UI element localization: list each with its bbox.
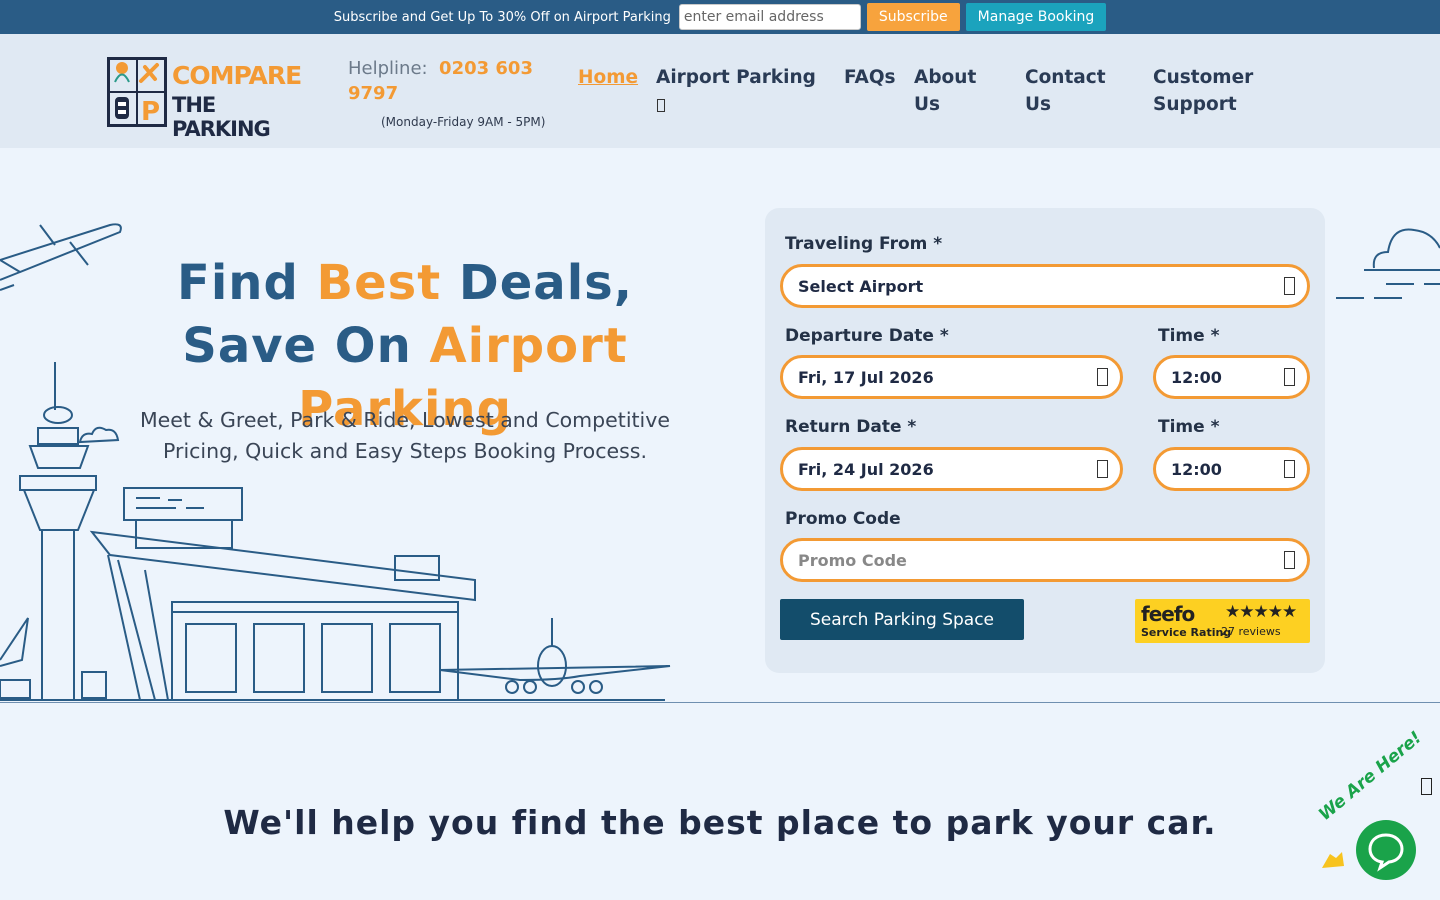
feefo-rating-badge[interactable]: feefo ★★★★★ Service Rating 27 reviews — [1135, 599, 1310, 643]
hero-divider — [0, 702, 1440, 703]
hero-subtitle: Meet & Greet, Park & Ride, Lowest and Co… — [139, 408, 670, 463]
return-time-value: 12:00 — [1171, 459, 1222, 479]
helpline: Helpline: 0203 603 9797 (Monday-Friday 9… — [348, 56, 558, 129]
site-header: P COMPARE THE PARKING Helpline: 0203 603… — [0, 34, 1440, 148]
live-chat-button[interactable] — [1356, 820, 1416, 880]
site-logo[interactable]: P COMPARE THE PARKING — [107, 57, 302, 141]
hero-title-part1: Find — [177, 255, 317, 311]
star-rating-icon: ★★★★★ — [1225, 602, 1297, 622]
departure-time-field[interactable]: 12:00 — [1153, 355, 1310, 399]
return-time-label: Time * — [1158, 417, 1220, 437]
logo-mark-icon: P — [107, 57, 167, 127]
return-time-field[interactable]: 12:00 — [1153, 447, 1310, 491]
clock-icon — [1284, 368, 1295, 386]
clock-icon — [1284, 460, 1295, 478]
promo-code-placeholder: Promo Code — [798, 550, 907, 570]
departure-time-value: 12:00 — [1171, 367, 1222, 387]
return-date-label: Return Date * — [785, 417, 917, 437]
logo-text-the-parking: THE PARKING — [172, 93, 271, 141]
close-icon[interactable] — [1421, 778, 1432, 795]
nav-about[interactable]: About Us — [914, 64, 994, 118]
nav-airport-parking-label: Airport Parking — [656, 67, 816, 88]
promo-code-label: Promo Code — [785, 509, 901, 529]
departure-date-value: Fri, 17 Jul 2026 — [798, 367, 934, 387]
departure-time-label: Time * — [1158, 326, 1220, 346]
tag-icon — [1284, 551, 1295, 569]
promo-code-input[interactable]: Promo Code — [780, 538, 1310, 582]
nav-customer-support[interactable]: Customer Support — [1153, 64, 1263, 118]
chevron-down-icon — [657, 99, 665, 112]
manage-booking-button[interactable]: Manage Booking — [965, 3, 1107, 31]
section-title: We'll help you find the best place to pa… — [223, 803, 1217, 842]
svg-text:P: P — [141, 97, 160, 127]
feefo-logo: feefo — [1141, 602, 1195, 626]
logo-text-compare: COMPARE — [172, 61, 302, 90]
departure-date-label: Departure Date * — [785, 326, 949, 346]
calendar-icon — [1097, 368, 1108, 386]
traveling-from-label: Traveling From * — [785, 234, 943, 254]
subscribe-button[interactable]: Subscribe — [866, 3, 960, 31]
helpline-hours: (Monday-Friday 9AM - 5PM) — [381, 115, 546, 129]
airport-select-value: Select Airport — [798, 276, 924, 296]
nav-contact[interactable]: Contact Us — [1025, 64, 1115, 118]
airport-select[interactable]: Select Airport — [780, 264, 1310, 308]
calendar-icon — [1097, 460, 1108, 478]
nav-airport-parking[interactable]: Airport Parking — [656, 64, 826, 112]
hero-title-highlight-best: Best — [316, 255, 442, 311]
subscribe-email-input[interactable] — [678, 4, 861, 30]
return-date-field[interactable]: Fri, 24 Jul 2026 — [780, 447, 1123, 491]
helpline-label: Helpline: — [348, 58, 428, 79]
chat-bubble-icon — [1368, 833, 1404, 872]
promo-text: Subscribe and Get Up To 30% Off on Airpo… — [333, 9, 671, 25]
chevron-down-icon — [1284, 277, 1295, 295]
waving-hand-icon — [1322, 852, 1344, 868]
search-parking-button[interactable]: Search Parking Space — [780, 599, 1024, 640]
feefo-service-rating-label: Service Rating — [1141, 626, 1232, 639]
top-promo-bar: Subscribe and Get Up To 30% Off on Airpo… — [0, 0, 1440, 34]
feefo-review-count: 27 reviews — [1221, 625, 1281, 638]
nav-home[interactable]: Home — [578, 64, 638, 91]
cloud-illustration — [1336, 228, 1440, 299]
return-date-value: Fri, 24 Jul 2026 — [798, 459, 934, 479]
nav-faqs[interactable]: FAQs — [844, 64, 896, 91]
departure-date-field[interactable]: Fri, 17 Jul 2026 — [780, 355, 1123, 399]
